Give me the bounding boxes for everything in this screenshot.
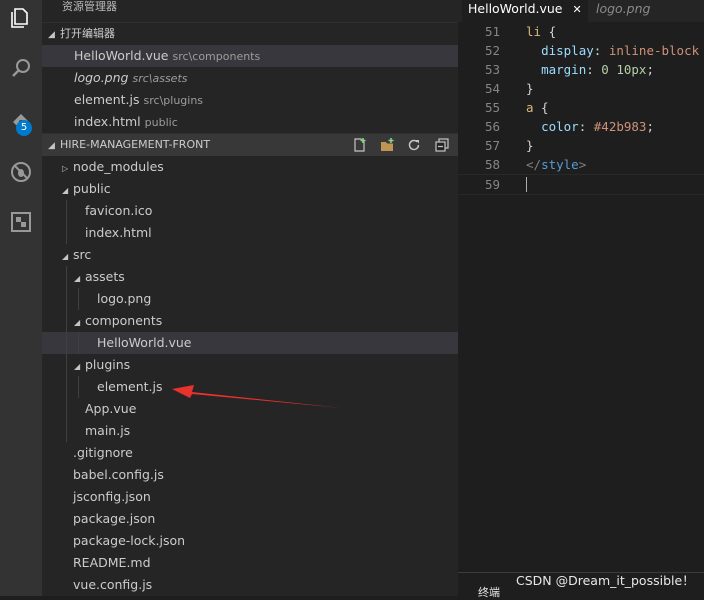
annotation-arrow-icon [172, 385, 342, 408]
